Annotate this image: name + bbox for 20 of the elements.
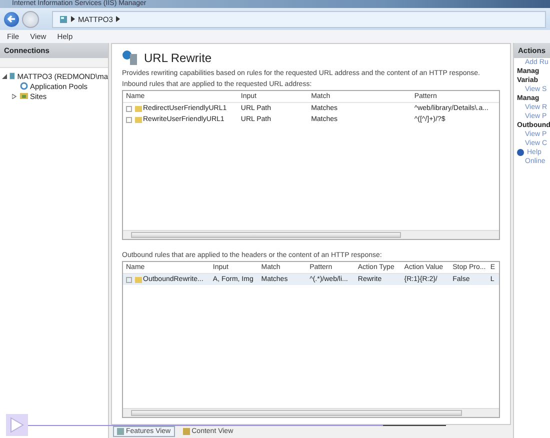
play-button[interactable] bbox=[6, 414, 28, 436]
expand-icon[interactable] bbox=[126, 276, 132, 282]
horizontal-scrollbar[interactable] bbox=[123, 408, 499, 417]
view-icon bbox=[117, 428, 124, 435]
folder-icon bbox=[20, 92, 28, 100]
folder-icon bbox=[135, 276, 142, 282]
view-icon bbox=[182, 428, 190, 435]
pools-icon bbox=[20, 82, 28, 90]
expander-icon[interactable] bbox=[2, 74, 7, 78]
chevron-icon bbox=[71, 16, 75, 22]
help-icon bbox=[517, 149, 524, 156]
page-title: URL Rewrite bbox=[144, 51, 212, 65]
horizontal-scrollbar[interactable] bbox=[123, 230, 499, 239]
back-arrow-icon bbox=[6, 13, 18, 25]
back-button[interactable] bbox=[4, 12, 19, 26]
server-icon bbox=[9, 72, 16, 80]
url-rewrite-icon bbox=[122, 50, 138, 66]
chevron-icon bbox=[116, 16, 120, 22]
expander-icon[interactable] bbox=[12, 94, 18, 98]
server-icon bbox=[59, 14, 68, 24]
